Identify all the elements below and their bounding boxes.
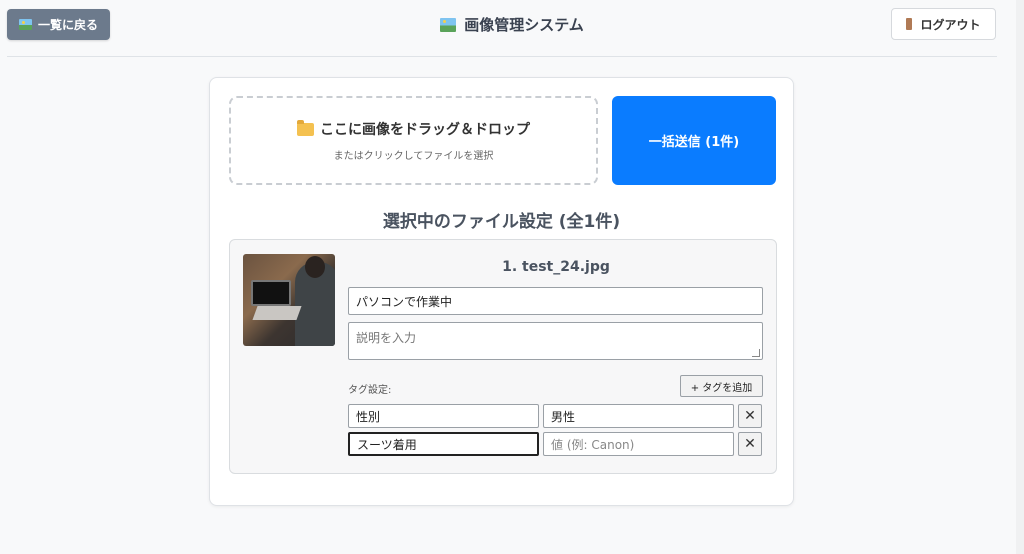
tag-value-input[interactable]: 男性 <box>543 404 734 428</box>
section-title: 選択中のファイル設定 (全1件) <box>382 212 621 232</box>
image-icon <box>440 17 457 32</box>
tag-value-input[interactable]: 値 (例: Canon) <box>543 432 734 456</box>
page-title-text: 画像管理システム <box>464 16 584 34</box>
title-input-value: パソコンで作業中 <box>356 294 453 309</box>
file-dropzone[interactable]: ここに画像をドラッグ＆ドロップ またはクリックしてファイルを選択 <box>229 96 598 185</box>
window-scrollbar[interactable] <box>1016 0 1024 554</box>
file-settings-card: 1. test_24.jpg パソコンで作業中 説明を入力 タグ設定: + タグ… <box>229 239 777 474</box>
bulk-submit-button[interactable]: 一括送信 (1件) <box>612 96 776 185</box>
file-thumbnail <box>243 254 335 346</box>
upload-panel: ここに画像をドラッグ＆ドロップ またはクリックしてファイルを選択 一括送信 (1… <box>209 77 794 506</box>
title-input[interactable]: パソコンで作業中 <box>348 287 763 315</box>
description-placeholder: 説明を入力 <box>356 331 417 345</box>
dropzone-title: ここに画像をドラッグ＆ドロップ <box>297 119 530 139</box>
tag-key-value: スーツ着用 <box>357 437 417 452</box>
logout-button-label: ログアウト <box>920 17 981 32</box>
tag-key-input[interactable]: 性別 <box>348 404 539 428</box>
header-divider <box>7 56 997 57</box>
add-tag-button[interactable]: + タグを追加 <box>680 375 763 397</box>
file-name: 1. test_24.jpg <box>502 259 610 275</box>
delete-tag-button[interactable]: ✕ <box>738 404 762 428</box>
resize-handle[interactable] <box>752 349 760 357</box>
tag-key-value: 性別 <box>356 409 381 424</box>
tag-value-value: 男性 <box>551 409 576 424</box>
tag-value-placeholder: 値 (例: Canon) <box>551 437 635 452</box>
delete-tag-button[interactable]: ✕ <box>738 432 762 456</box>
app-header: 一覧に戻る 画像管理システム ログアウト <box>0 0 1024 56</box>
close-icon: ✕ <box>744 408 756 424</box>
page-title: 画像管理システム <box>0 14 1024 35</box>
dropzone-subtitle: またはクリックしてファイルを選択 <box>333 151 494 162</box>
tags-label: タグ設定: <box>348 385 392 396</box>
description-textarea[interactable]: 説明を入力 <box>348 322 763 360</box>
door-icon <box>906 18 913 30</box>
logout-button[interactable]: ログアウト <box>891 8 996 40</box>
close-icon: ✕ <box>744 436 756 452</box>
dropzone-title-text: ここに画像をドラッグ＆ドロップ <box>320 122 530 138</box>
folder-icon <box>297 119 314 136</box>
tag-key-input[interactable]: スーツ着用 <box>348 432 539 456</box>
